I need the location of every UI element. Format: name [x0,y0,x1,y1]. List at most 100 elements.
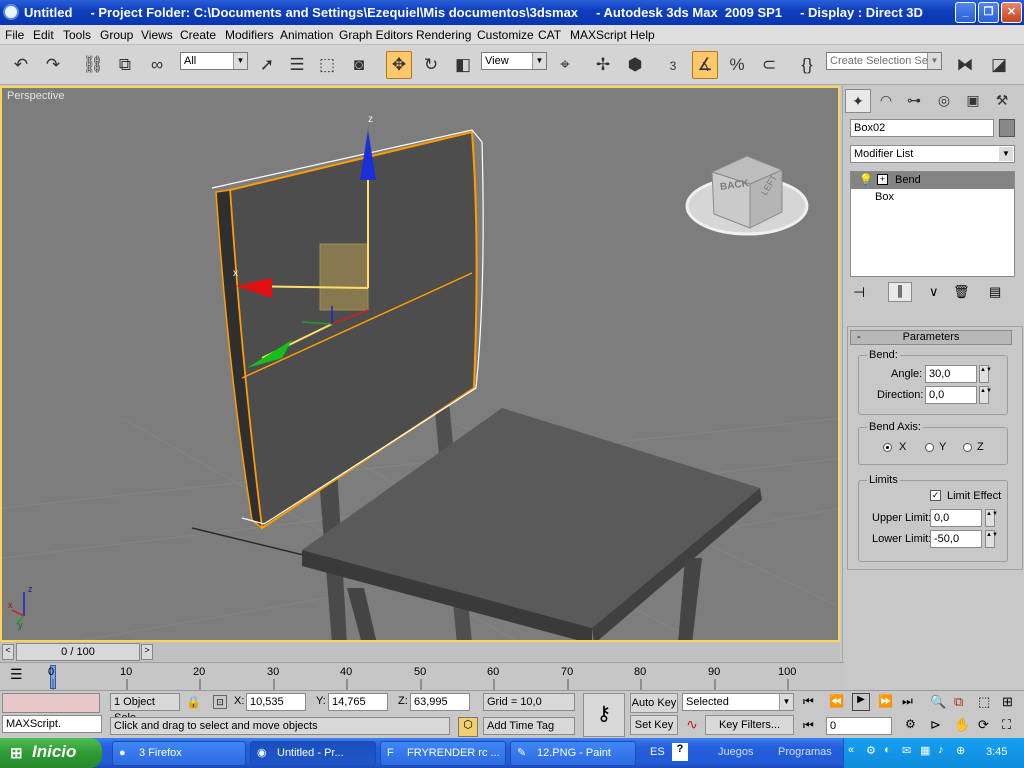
task-paint[interactable]: ✎ 12.PNG - Paint [510,741,636,766]
tray-expand-icon[interactable]: « [848,744,854,756]
add-time-tag-button[interactable]: Add Time Tag [483,717,575,735]
close-button[interactable]: ✕ [1001,2,1022,23]
menu-create[interactable]: Create [180,28,216,42]
absolute-mode-icon[interactable]: ⊡ [213,695,227,709]
menu-modifiers[interactable]: Modifiers [225,28,274,42]
arc-rotate-icon[interactable]: ⟳ [978,717,989,733]
unlink-selection-icon[interactable]: ⧉ [112,51,138,79]
show-end-result-icon[interactable]: ∥ [888,282,912,302]
reference-coordinate-dropdown[interactable]: View ▼ [481,52,547,70]
window-crossing-icon[interactable]: ◙ [346,51,372,79]
undo-icon[interactable]: ↶ [8,51,34,79]
set-key-button[interactable]: Set Key [630,715,678,735]
utilities-tab-icon[interactable]: ⚒ [989,89,1015,113]
tray-network-icon[interactable]: ▦ [920,744,930,757]
stack-item-box[interactable]: Box [875,191,894,203]
menu-views[interactable]: Views [141,28,173,42]
menu-customize[interactable]: Customize [477,28,534,42]
current-frame-input[interactable]: 0 [826,717,892,735]
prev-frame-icon[interactable]: < [2,644,14,660]
display-tab-icon[interactable]: ▣ [960,89,986,113]
zoom-all-icon[interactable]: ⧉ [954,694,963,710]
upper-limit-input[interactable]: 0,0 [930,509,982,527]
motion-tab-icon[interactable]: ◎ [931,89,957,113]
menu-file[interactable]: File [5,28,24,42]
select-and-scale-icon[interactable]: ◧ [450,51,476,79]
maxscript-mini-listener[interactable]: MAXScript. [2,715,102,733]
quicklaunch-programas[interactable]: Programas [778,746,832,758]
maximize-viewport-icon[interactable]: ⛶ [1002,717,1011,733]
field-of-view-icon[interactable]: ⊳ [930,717,941,733]
language-indicator[interactable]: ES [650,746,665,758]
tray-icon-3[interactable]: ✉ [902,744,911,757]
zoom-extents-all-icon[interactable]: ⊞ [1002,694,1013,710]
tray-icon-6[interactable]: ⊕ [956,744,965,757]
viewport-label[interactable]: Perspective [7,90,64,102]
time-configuration-icon[interactable]: ⚙ [905,717,916,731]
select-object-icon[interactable]: ➚ [254,51,280,79]
upper-limit-spinner[interactable]: ▲▼ [985,509,998,527]
key-filters-button[interactable]: Key Filters... [705,715,794,735]
title-bar[interactable]: Untitled - Project Folder: C:\Documents … [0,0,1024,25]
go-to-end-icon[interactable]: ⏭ [902,694,913,709]
lower-limit-spinner[interactable]: ▲▼ [985,530,998,548]
maximize-button[interactable]: ❐ [978,2,999,23]
menu-help[interactable]: Help [630,28,655,42]
pin-stack-icon[interactable]: ⊣ [853,284,865,301]
menu-edit[interactable]: Edit [33,28,54,42]
named-selection-set-field[interactable]: Create Selection Set ▼ [826,52,942,70]
perspective-viewport[interactable]: Perspective z x BACK LEFT z x y [0,86,840,642]
rectangular-selection-icon[interactable]: ⬚ [314,51,340,79]
default-tangent-icon[interactable]: ∿ [682,716,702,736]
time-tag-icon[interactable]: ⬡ [458,717,478,737]
object-color-swatch[interactable] [999,119,1015,137]
select-and-link-icon[interactable]: ⛓ [80,51,106,79]
configure-modifier-sets-icon[interactable]: ▤ [989,284,1001,300]
tray-volume-icon[interactable]: ♪ [938,744,944,756]
play-icon[interactable]: ▶ [852,693,870,711]
quicklaunch-juegos[interactable]: Juegos [718,746,753,758]
make-unique-icon[interactable]: ∨ [929,284,939,300]
time-slider-thumb[interactable]: 0 / 100 [16,643,140,661]
menu-cat[interactable]: CAT [538,28,561,42]
keyboard-shortcut-override-icon[interactable]: ⬢ [622,51,648,79]
lightbulb-icon[interactable]: 💡 [859,173,873,186]
spinner-snap-icon[interactable]: ⊂ [756,51,782,79]
menu-group[interactable]: Group [100,28,133,42]
axis-z-radio[interactable] [963,443,972,452]
pan-view-icon[interactable]: ✋ [954,717,970,733]
lower-limit-input[interactable]: -50,0 [930,530,982,548]
selection-filter-dropdown[interactable]: All ▼ [180,52,248,70]
create-tab-icon[interactable]: ✦ [845,89,871,113]
menu-graph-editors[interactable]: Graph Editors [339,28,413,42]
select-by-name-icon[interactable]: ☰ [284,51,310,79]
select-and-move-icon[interactable]: ✥ [386,51,412,79]
x-coordinate-input[interactable]: 10,535 [246,693,306,711]
redo-icon[interactable]: ↷ [40,51,66,79]
tray-icon-1[interactable]: ⚙ [866,744,876,757]
angle-spinner[interactable]: ▲▼ [979,365,992,383]
snaps-toggle-icon[interactable]: 3 [660,51,686,79]
menu-rendering[interactable]: Rendering [416,28,471,42]
task-3dsmax[interactable]: ◉ Untitled - Pr... [250,741,376,766]
axis-y-radio[interactable] [925,443,934,452]
mirror-icon[interactable]: ⧓ [952,51,978,79]
select-and-manipulate-icon[interactable]: ✢ [590,51,616,79]
select-and-rotate-icon[interactable]: ↻ [418,51,444,79]
zoom-extents-icon[interactable]: ⬚ [978,694,990,710]
direction-input[interactable]: 0,0 [925,386,977,404]
track-bar[interactable]: ☰ 0 10 20 30 40 50 60 70 80 90 100 [0,662,844,690]
percent-snap-icon[interactable]: % [724,51,750,79]
axis-x-radio[interactable] [883,443,892,452]
task-fryrender[interactable]: F FRYRENDER rc ... [380,741,506,766]
minimize-button[interactable]: _ [955,2,976,23]
previous-frame-icon[interactable]: ⏪ [829,694,844,708]
auto-key-button[interactable]: Auto Key [630,693,678,713]
menu-maxscript[interactable]: MAXScript [570,28,627,42]
bind-to-space-warp-icon[interactable]: ∞ [144,51,170,79]
edit-named-selection-icon[interactable]: {} [794,51,820,79]
expand-icon[interactable]: + [877,174,888,185]
key-mode-toggle-icon[interactable]: ⏮ [803,718,814,733]
tray-icon-2[interactable]: ◐ [884,744,891,756]
start-button[interactable]: ⊞ Inicio [0,738,102,768]
